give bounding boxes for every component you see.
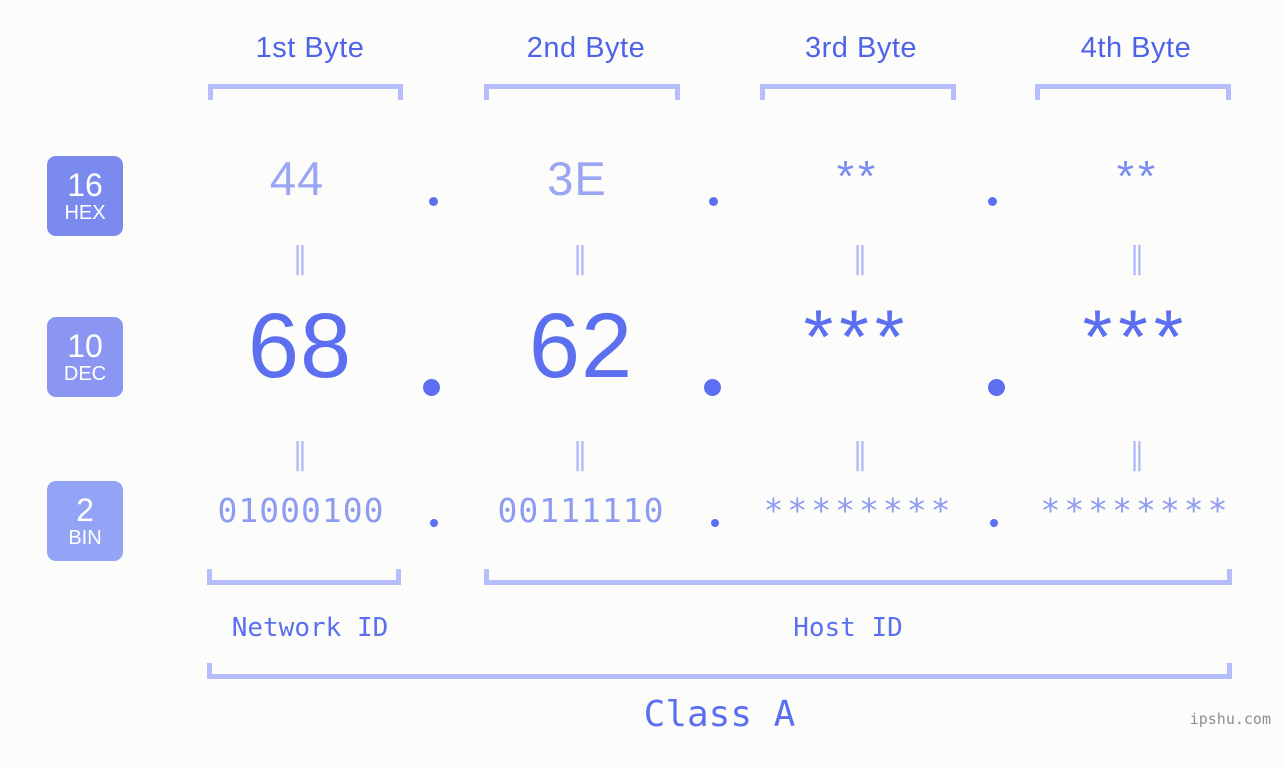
byte-bracket-top-2 (484, 84, 680, 100)
dec-value-byte-3: *** (803, 295, 911, 380)
equality-separator-hex-dec-4: ‖ (1129, 241, 1145, 276)
dec-dot-separator-2 (704, 379, 721, 396)
bin-dot-separator-1 (430, 519, 438, 527)
bin-dot-separator-2 (711, 519, 719, 527)
equality-separator-dec-bin-4: ‖ (1129, 437, 1145, 472)
bin-value-byte-4: ******** (1040, 491, 1232, 530)
byte-header-4: 4th Byte (1080, 32, 1192, 64)
hex-dot-separator-3 (988, 197, 997, 206)
base-badge-dec-label: DEC (63, 363, 107, 385)
equality-separator-hex-dec-3: ‖ (852, 241, 868, 276)
base-badge-dec[interactable]: 10 DEC (47, 317, 123, 397)
byte-header-2: 2nd Byte (526, 32, 646, 64)
class-bracket (207, 663, 1232, 679)
byte-bracket-top-4 (1035, 84, 1231, 100)
byte-bracket-top-3 (760, 84, 956, 100)
hex-value-byte-3: ** (836, 152, 880, 201)
dec-dot-separator-3 (988, 379, 1005, 396)
site-watermark: ipshu.com (1189, 710, 1271, 728)
class-label: Class A (643, 694, 796, 735)
base-badge-bin-label: BIN (68, 527, 102, 549)
host-id-label: Host ID (793, 613, 903, 643)
dec-value-byte-2: 62 (528, 295, 634, 397)
equality-separator-hex-dec-2: ‖ (572, 241, 588, 276)
bin-value-byte-3: ******** (763, 491, 955, 530)
byte-header-3: 3rd Byte (805, 32, 917, 64)
hex-dot-separator-1 (429, 197, 438, 206)
base-badge-dec-number: 10 (67, 328, 103, 364)
base-badge-hex-label: HEX (64, 202, 106, 224)
hex-dot-separator-2 (709, 197, 718, 206)
base-badge-hex[interactable]: 16 HEX (47, 156, 123, 236)
bin-value-byte-1: 01000100 (217, 491, 385, 530)
dec-value-byte-4: *** (1082, 295, 1190, 380)
network-id-label: Network ID (231, 613, 389, 643)
byte-bracket-top-1 (208, 84, 403, 100)
host-id-bracket (484, 569, 1232, 585)
dec-dot-separator-1 (423, 379, 440, 396)
base-badge-bin-number: 2 (76, 492, 94, 528)
hex-value-byte-4: ** (1116, 152, 1160, 201)
equality-separator-dec-bin-1: ‖ (292, 437, 308, 472)
ip-address-breakdown-diagram: 1st Byte 2nd Byte 3rd Byte 4th Byte 16 H… (0, 0, 1285, 767)
hex-value-byte-2: 3E (547, 152, 607, 205)
network-id-bracket (207, 569, 401, 585)
bin-value-byte-2: 00111110 (497, 491, 665, 530)
bin-dot-separator-3 (990, 519, 998, 527)
equality-separator-hex-dec-1: ‖ (292, 241, 308, 276)
base-badge-hex-number: 16 (67, 167, 103, 203)
dec-value-byte-1: 68 (247, 295, 353, 397)
base-badge-bin[interactable]: 2 BIN (47, 481, 123, 561)
hex-value-byte-1: 44 (269, 152, 325, 205)
equality-separator-dec-bin-2: ‖ (572, 437, 588, 472)
byte-header-1: 1st Byte (255, 32, 365, 64)
equality-separator-dec-bin-3: ‖ (852, 437, 868, 472)
